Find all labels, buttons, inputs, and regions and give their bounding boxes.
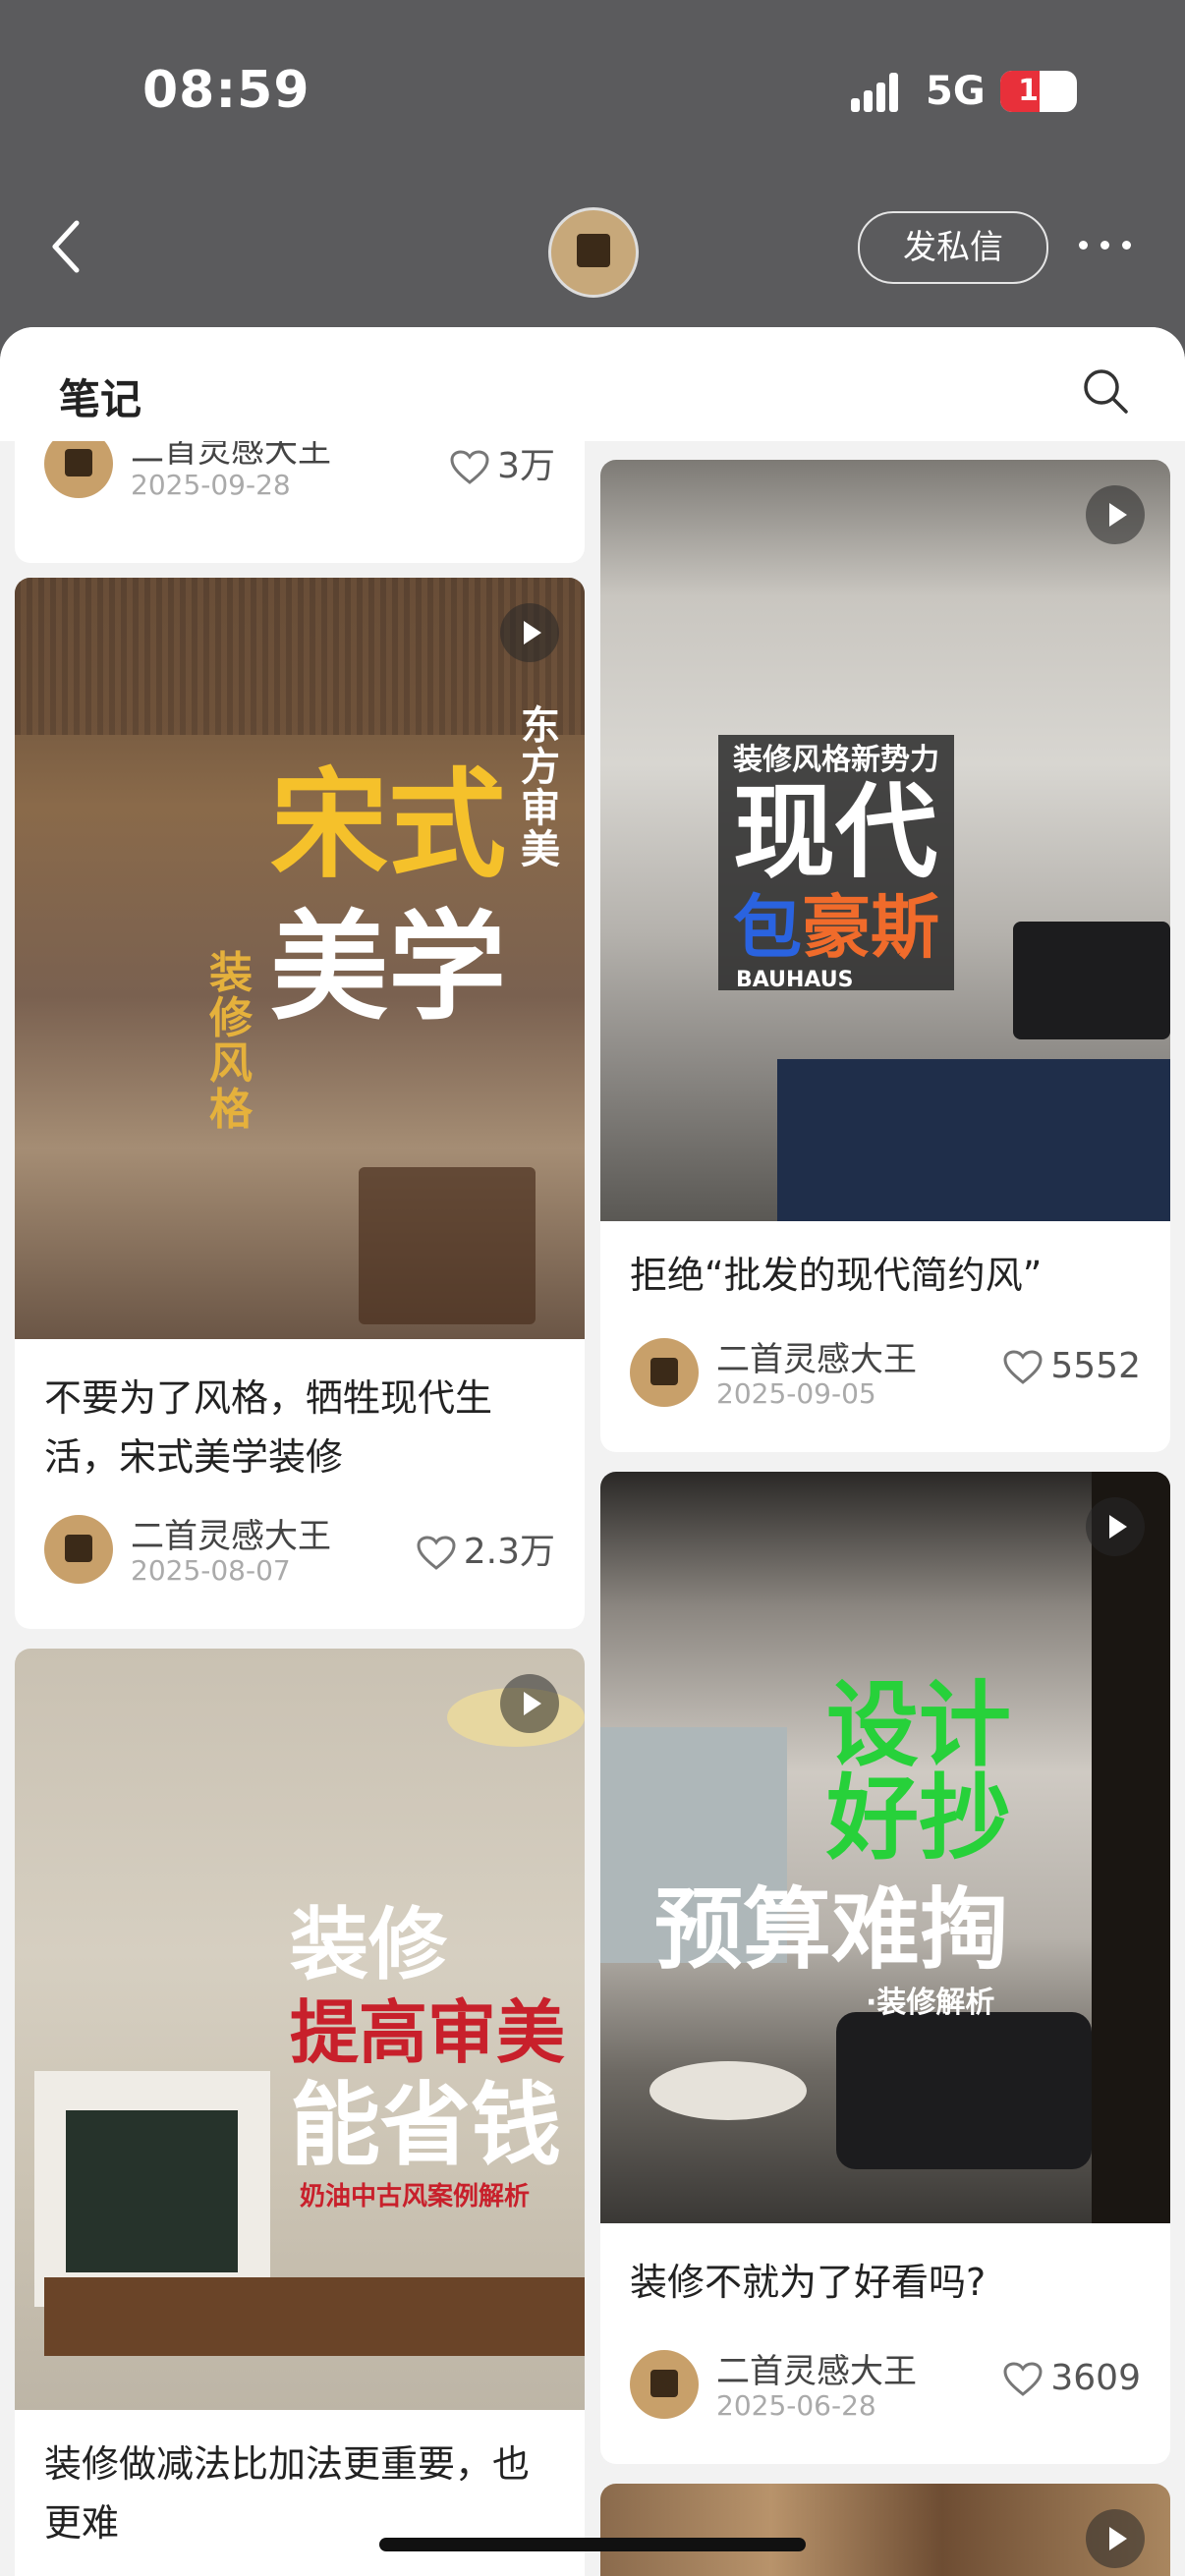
video-play-icon (500, 603, 559, 662)
section-title: 笔记 (59, 375, 142, 423)
more-icon[interactable] (1077, 231, 1136, 260)
cover-text: 美学 (270, 900, 506, 1036)
like-count-value: 3万 (497, 446, 555, 486)
cover-text: 宋式 (270, 757, 506, 894)
heart-icon (450, 450, 489, 484)
signal-icon (851, 71, 906, 112)
heart-icon (1003, 2362, 1043, 2396)
network-type: 5G (926, 69, 986, 114)
notes-panel: 笔记 二首灵感大王 2025-09-28 3万 东方审美 宋式 美学 装修风格 … (0, 327, 1185, 2576)
author-name: 二首灵感大王 (131, 1517, 331, 1556)
search-icon[interactable] (1081, 366, 1130, 416)
cover-text: 提高审美 (290, 1992, 565, 2073)
cover-text: 装修风格 (209, 948, 253, 1135)
like-count[interactable]: 3609 (1003, 2358, 1141, 2398)
note-title: 装修做减法比加法更重要，也更难 (44, 2442, 531, 2545)
card-author: 二首灵感大王 2025-08-07 2.3万 (44, 1511, 555, 1590)
cover-text: 奶油中古风案例解析 (300, 2182, 531, 2212)
card-author: 二首灵感大王 2025-06-28 3609 (630, 2346, 1141, 2425)
battery-icon: 18 (1000, 71, 1077, 112)
author-name: 二首灵感大王 (716, 2352, 917, 2391)
video-play-icon (1086, 1497, 1145, 1556)
note-card[interactable]: 装修风格新势力 现代 包豪斯 BAUHAUS 拒绝“批发的现代简约风” 二首灵感… (600, 460, 1170, 1452)
profile-avatar[interactable] (548, 207, 639, 298)
like-count[interactable]: 3万 (450, 437, 555, 488)
note-title: 装修不就为了好看吗? (630, 2261, 987, 2304)
note-cover-image[interactable]: 装修 提高审美 能省钱 奶油中古风案例解析 (15, 1649, 585, 2410)
like-count-value: 3609 (1050, 2358, 1141, 2398)
home-indicator[interactable] (379, 2538, 806, 2551)
author-avatar[interactable] (630, 2350, 699, 2419)
cover-text: BAUHAUS (736, 968, 854, 992)
author-avatar[interactable] (44, 1515, 113, 1584)
like-count-value: 5552 (1050, 1346, 1141, 1386)
cover-text: 能省钱 (290, 2073, 562, 2178)
cover-text: 包 (733, 887, 802, 968)
video-play-icon (1086, 2509, 1145, 2568)
card-author: 二首灵感大王 2025-09-05 5552 (630, 1334, 1141, 1413)
cover-text: 预算难掏 (654, 1878, 1008, 1982)
cover-text: 豪斯 (802, 887, 939, 968)
author-name: 二首灵感大王 (716, 1340, 917, 1379)
heart-icon (1003, 1350, 1043, 1384)
like-count[interactable]: 2.3万 (417, 1523, 555, 1574)
note-card[interactable] (600, 2484, 1170, 2576)
note-cover-image[interactable]: 东方审美 宋式 美学 装修风格 (15, 578, 585, 1339)
cover-text: 装修风格新势力 (733, 743, 939, 777)
video-play-icon (500, 1674, 559, 1733)
post-date: 2025-09-28 (131, 469, 291, 501)
status-time: 08:59 (142, 61, 310, 120)
cover-text: ·装修解析 (866, 1986, 995, 2020)
like-count[interactable]: 5552 (1003, 1346, 1141, 1386)
back-icon[interactable] (47, 219, 86, 274)
note-title: 不要为了风格，牺牲现代生活，宋式美学装修 (44, 1376, 493, 1479)
top-bar: 发私信 (0, 192, 1185, 309)
cover-text: 现代 (733, 772, 938, 892)
note-card[interactable]: 装修 提高审美 能省钱 奶油中古风案例解析 装修做减法比加法更重要，也更难 (15, 1649, 585, 2576)
send-message-button[interactable]: 发私信 (858, 211, 1048, 284)
video-play-icon (1086, 485, 1145, 544)
like-count-value: 2.3万 (463, 1532, 555, 1572)
notes-header: 笔记 (0, 327, 1185, 441)
post-date: 2025-08-07 (131, 1554, 291, 1587)
heart-icon (417, 1536, 456, 1570)
status-bar: 08:59 5G 18 (0, 0, 1185, 187)
cover-text: 装修 (290, 1899, 447, 1990)
note-card[interactable]: 东方审美 宋式 美学 装修风格 不要为了风格，牺牲现代生活，宋式美学装修 二首灵… (15, 578, 585, 1629)
cover-text-brand: 包豪斯 (733, 891, 939, 965)
note-cover-image[interactable]: 装修风格新势力 现代 包豪斯 BAUHAUS (600, 460, 1170, 1221)
post-date: 2025-06-28 (716, 2389, 876, 2422)
note-title: 拒绝“批发的现代简约风” (630, 1254, 1043, 1297)
note-cover-image[interactable]: 设计 好抄 预算难掏 ·装修解析 (600, 1472, 1170, 2223)
cover-text: 好抄 (826, 1765, 1012, 1873)
cover-text: 东方审美 (521, 703, 560, 872)
battery-level: 18 (1018, 74, 1059, 108)
note-cover-image[interactable] (600, 2484, 1170, 2576)
note-card[interactable]: 设计 好抄 预算难掏 ·装修解析 装修不就为了好看吗? 二首灵感大王 2025-… (600, 1472, 1170, 2464)
post-date: 2025-09-05 (716, 1377, 876, 1410)
cover-text: 设计 (826, 1672, 1012, 1779)
author-avatar[interactable] (630, 1338, 699, 1407)
